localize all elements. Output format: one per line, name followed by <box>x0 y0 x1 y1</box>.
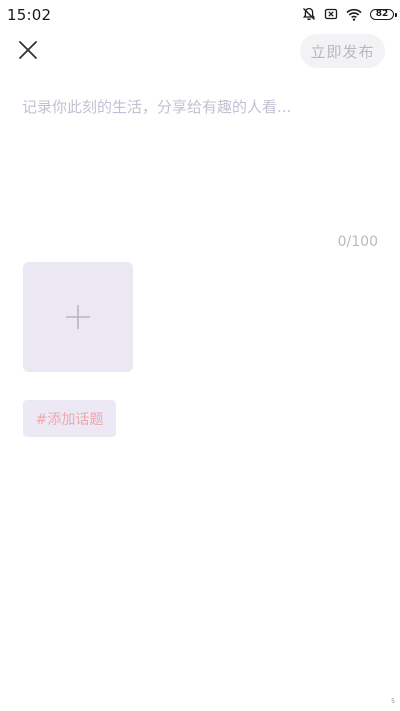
close-button[interactable] <box>16 38 40 62</box>
battery-level: 82 <box>375 8 389 19</box>
status-time: 15:02 <box>7 6 52 24</box>
battery-icon: 82 <box>370 8 397 20</box>
sim-x-icon <box>324 7 338 21</box>
add-image-button[interactable] <box>23 262 133 372</box>
bell-muted-icon <box>302 7 316 21</box>
wifi-icon <box>346 8 362 21</box>
status-bar: 15:02 82 <box>0 0 400 28</box>
add-topic-button[interactable]: #添加话题 <box>23 400 116 437</box>
post-composer-screen: 15:02 82 立即发布 记录你此刻的生活，分享给有趣的人看... 0/100… <box>0 0 400 711</box>
close-icon <box>19 41 37 59</box>
plus-icon <box>66 305 90 329</box>
publish-button[interactable]: 立即发布 <box>300 34 385 68</box>
char-counter: 0/100 <box>337 234 378 250</box>
post-text-input[interactable] <box>22 96 378 226</box>
corner-mark: 5 <box>391 698 395 705</box>
battery-cap <box>395 12 397 17</box>
status-icons: 82 <box>302 6 397 22</box>
